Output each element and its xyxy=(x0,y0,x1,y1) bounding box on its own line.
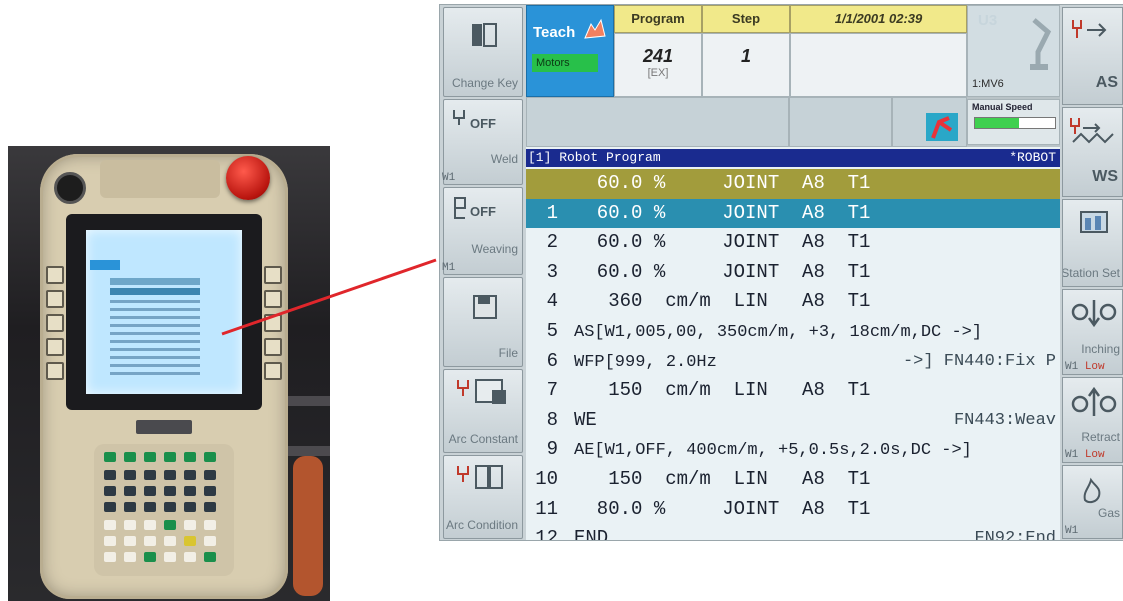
file-button[interactable]: File xyxy=(443,277,523,367)
program-line-8[interactable]: 8 WE FN443:Weav xyxy=(526,406,1060,436)
floppy-disk-icon xyxy=(473,295,497,319)
step-header: Step xyxy=(702,5,790,33)
robot-selector[interactable]: U3 1:MV6 xyxy=(967,5,1060,97)
arc-condition-button[interactable]: Arc Condition xyxy=(443,455,523,539)
program-title: [1] Robot Program xyxy=(528,150,661,165)
motors-status: Motors xyxy=(532,54,598,72)
arc-start-icon xyxy=(1072,20,1107,38)
weaving-label: Weaving xyxy=(471,242,518,256)
gas-label: Gas xyxy=(1097,506,1120,520)
program-title-bar: [1] Robot Program *ROBOT xyxy=(526,149,1060,167)
inching-icon xyxy=(1071,300,1117,328)
program-lines[interactable]: 60.0 % JOINT A8 T1 1 60.0 % JOINT A8 T1 … xyxy=(526,169,1060,540)
datetime: 1/1/2001 02:39 xyxy=(790,5,967,33)
program-line-4[interactable]: 4 360 cm/m LIN A8 T1 xyxy=(526,287,1060,317)
change-key-label: Change Key xyxy=(451,76,518,90)
ws-label: WS xyxy=(1092,168,1118,185)
mode-indicator: Teach Motors xyxy=(526,5,614,97)
manual-speed-indicator[interactable]: Manual Speed xyxy=(967,99,1060,145)
retract-label: Retract xyxy=(1081,430,1120,444)
arc-condition-label: Arc Condition xyxy=(445,518,518,532)
weld-channel: W1 xyxy=(442,172,456,184)
program-number[interactable]: 241 [EX] xyxy=(614,33,702,97)
as-label: AS xyxy=(1095,74,1118,91)
book-icon xyxy=(472,23,497,47)
datetime-panel xyxy=(790,33,967,97)
inching-channel: W1 Low xyxy=(1065,361,1105,373)
weaving-icon xyxy=(454,197,466,219)
step-number[interactable]: 1 xyxy=(702,33,790,97)
torch-icon xyxy=(453,110,465,125)
right-function-column: AS WS Station Set Inching W1 Low Retract… xyxy=(1060,5,1123,540)
program-line-5[interactable]: 5 AS[W1,005,00, 350cm/m, +3, 18cm/m,DC ->… xyxy=(526,317,1060,347)
gas-icon xyxy=(1083,477,1101,504)
program-line-9[interactable]: 9 AE[W1,OFF, 400cm/m, +5,0.5s,2.0s,DC ->] xyxy=(526,435,1060,465)
manual-speed-bar xyxy=(974,117,1056,129)
weaving-channel: M1 xyxy=(442,262,456,274)
status-bar xyxy=(526,97,789,147)
program-value: 241 xyxy=(642,46,674,66)
program-line-12[interactable]: 12 END FN92:End xyxy=(526,524,1060,540)
station-set-button[interactable]: Station Set xyxy=(1062,199,1123,287)
program-line-11[interactable]: 11 80.0 % JOINT A8 T1 xyxy=(526,495,1060,525)
program-line-1[interactable]: 1 60.0 % JOINT A8 T1 xyxy=(526,198,1060,229)
step-value: 1 xyxy=(740,46,751,66)
mechanism-label: 1:MV6 xyxy=(972,78,1004,90)
robot-tag: U3 xyxy=(978,12,998,29)
status-bar xyxy=(789,97,892,147)
gas-button[interactable]: Gas W1 xyxy=(1062,465,1123,539)
program-line-7[interactable]: 7 150 cm/m LIN A8 T1 xyxy=(526,376,1060,406)
robot-arm-icon xyxy=(1030,18,1052,70)
robot-status-icon xyxy=(926,113,958,141)
gas-channel: W1 xyxy=(1065,525,1079,537)
left-function-column: Change Key OFF Weld W1 OFF Weaving M1 Fi… xyxy=(440,5,526,540)
program-line-2[interactable]: 2 60.0 % JOINT A8 T1 xyxy=(526,228,1060,258)
weave-start-icon xyxy=(1070,118,1114,144)
program-line-3[interactable]: 3 60.0 % JOINT A8 T1 xyxy=(526,258,1060,288)
program-line-10[interactable]: 10 150 cm/m LIN A8 T1 xyxy=(526,465,1060,495)
status-bar xyxy=(892,97,967,147)
manual-speed-label: Manual Speed xyxy=(972,102,1033,112)
mode-label: Teach xyxy=(533,24,576,41)
station-icon xyxy=(1080,211,1108,233)
change-key-button[interactable]: Change Key xyxy=(443,7,523,97)
weld-button[interactable]: OFF Weld W1 xyxy=(442,99,523,185)
weaving-button[interactable]: OFF Weaving M1 xyxy=(442,187,523,275)
weld-state: OFF xyxy=(470,116,496,131)
retract-button[interactable]: Retract W1 Low xyxy=(1062,377,1123,463)
program-title-right: *ROBOT xyxy=(1009,150,1056,165)
ws-button[interactable]: WS xyxy=(1062,107,1123,197)
file-label: File xyxy=(498,346,518,360)
inching-label: Inching xyxy=(1081,342,1120,356)
inching-button[interactable]: Inching W1 Low xyxy=(1062,289,1123,375)
station-set-label: Station Set xyxy=(1062,266,1120,280)
arc-constant-icon xyxy=(457,379,506,404)
arc-constant-label: Arc Constant xyxy=(448,432,518,446)
program-panel: [1] Robot Program *ROBOT 60.0 % JOINT A8… xyxy=(526,147,1060,540)
program-sub: [EX] xyxy=(647,67,669,79)
weld-label: Weld xyxy=(490,152,518,166)
weaving-state: OFF xyxy=(470,204,496,219)
arc-condition-icon xyxy=(457,465,503,489)
as-button[interactable]: AS xyxy=(1062,7,1123,105)
pendant-display: Change Key OFF Weld W1 OFF Weaving M1 Fi… xyxy=(440,5,1123,540)
hand-icon xyxy=(584,18,606,39)
program-header: Program xyxy=(614,5,702,33)
arc-constant-button[interactable]: Arc Constant xyxy=(443,369,523,453)
program-line-6[interactable]: 6 WFP[999, 2.0Hz ->] FN440:Fix P xyxy=(526,347,1060,377)
retract-channel: W1 Low xyxy=(1065,449,1105,461)
manual-speed-fill xyxy=(975,118,1019,128)
retract-icon xyxy=(1071,386,1117,416)
program-line-0[interactable]: 60.0 % JOINT A8 T1 xyxy=(526,169,1060,199)
